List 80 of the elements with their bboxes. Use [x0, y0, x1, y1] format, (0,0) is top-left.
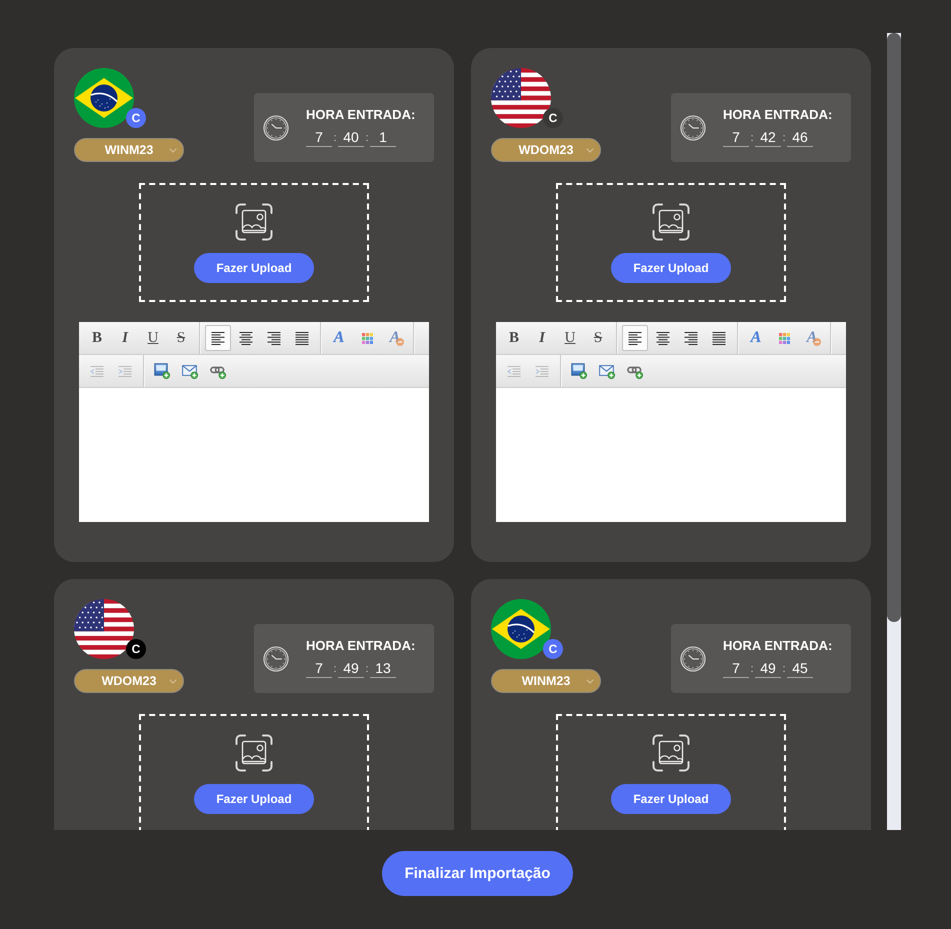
upload-drop-zone[interactable]: Fazer Upload: [556, 714, 786, 830]
second-field[interactable]: 46: [787, 128, 813, 146]
outdent-icon: [507, 364, 521, 378]
second-field[interactable]: 45: [787, 658, 813, 678]
us-flag-icon: [491, 68, 551, 128]
time-separator: :: [332, 662, 338, 676]
us-flag-icon: [74, 599, 134, 659]
letter-badge: C: [543, 108, 563, 128]
picture-plus-icon: [571, 363, 587, 379]
envelope-plus-icon: [599, 363, 615, 379]
image-upload-icon: [234, 202, 274, 242]
hour-field[interactable]: 7: [723, 128, 749, 146]
align-left-icon: [628, 331, 642, 345]
upload-button[interactable]: Fazer Upload: [194, 784, 314, 814]
image-upload-icon: [234, 733, 274, 773]
time-label: HORA ENTRADA:: [306, 106, 416, 122]
italic-button[interactable]: I: [529, 325, 555, 351]
indent-icon: [118, 364, 132, 378]
strikethrough-button[interactable]: S: [585, 325, 611, 351]
upload-button[interactable]: Fazer Upload: [194, 253, 314, 283]
second-field[interactable]: 1: [370, 128, 396, 146]
hour-field[interactable]: 7: [306, 658, 332, 678]
upload-button[interactable]: Fazer Upload: [611, 784, 731, 814]
minute-field[interactable]: 49: [338, 658, 364, 678]
letter-badge: C: [126, 108, 146, 128]
color-grid-icon: [362, 332, 372, 344]
justify-icon: [295, 331, 309, 345]
time-separator: :: [332, 130, 338, 146]
time-label: HORA ENTRADA:: [723, 638, 832, 654]
bold-button[interactable]: B: [84, 325, 110, 351]
image-upload-icon: [651, 202, 691, 242]
align-left-icon: [211, 331, 225, 345]
upload-drop-zone[interactable]: Fazer Upload: [556, 183, 786, 302]
underline-button[interactable]: U: [557, 325, 583, 351]
align-center-icon: [239, 331, 253, 345]
finish-import-button[interactable]: Finalizar Importação: [382, 851, 574, 896]
color-grid-icon: [778, 332, 790, 344]
italic-button[interactable]: I: [112, 325, 138, 351]
bold-button[interactable]: B: [501, 325, 527, 351]
minute-field[interactable]: 42: [755, 128, 781, 146]
align-left-button[interactable]: [205, 325, 231, 351]
indent-icon: [535, 364, 549, 378]
time-separator: :: [781, 130, 787, 146]
second-field[interactable]: 13: [370, 658, 396, 678]
align-left-button[interactable]: [622, 325, 648, 351]
clock-icon: [680, 646, 706, 672]
hour-field[interactable]: 7: [723, 658, 749, 678]
chevron-down-icon: [586, 679, 594, 684]
time-separator: :: [364, 662, 370, 676]
clock-icon: [680, 114, 706, 140]
upload-drop-zone[interactable]: Fazer Upload: [139, 183, 369, 302]
image-upload-icon: [651, 733, 691, 773]
chevron-down-icon: [586, 148, 594, 153]
upload-drop-zone[interactable]: Fazer Upload: [139, 714, 369, 830]
hour-field[interactable]: 7: [306, 128, 332, 146]
picture-plus-icon: [154, 363, 170, 379]
scrollbar-thumb[interactable]: [887, 33, 901, 622]
align-right-icon: [684, 331, 698, 345]
clock-icon: [263, 646, 289, 672]
time-label: HORA ENTRADA:: [723, 106, 832, 122]
underline-button[interactable]: U: [140, 325, 166, 351]
chevron-down-icon: [169, 148, 177, 153]
letter-badge: C: [126, 639, 146, 659]
envelope-plus-icon: [182, 363, 198, 379]
minute-field[interactable]: 40: [338, 128, 364, 146]
time-separator: :: [749, 130, 755, 146]
align-center-icon: [656, 331, 670, 345]
align-right-icon: [267, 331, 281, 345]
time-separator: :: [749, 662, 755, 676]
upload-button[interactable]: Fazer Upload: [611, 253, 731, 283]
outdent-icon: [90, 364, 104, 378]
letter-badge: C: [543, 639, 563, 659]
strikethrough-button[interactable]: S: [168, 325, 194, 351]
chevron-down-icon: [169, 679, 177, 684]
time-separator: :: [781, 662, 787, 676]
clock-icon: [263, 114, 289, 140]
time-separator: :: [364, 130, 370, 146]
minute-field[interactable]: 49: [755, 658, 781, 678]
time-label: HORA ENTRADA:: [306, 638, 416, 654]
justify-icon: [712, 331, 726, 345]
